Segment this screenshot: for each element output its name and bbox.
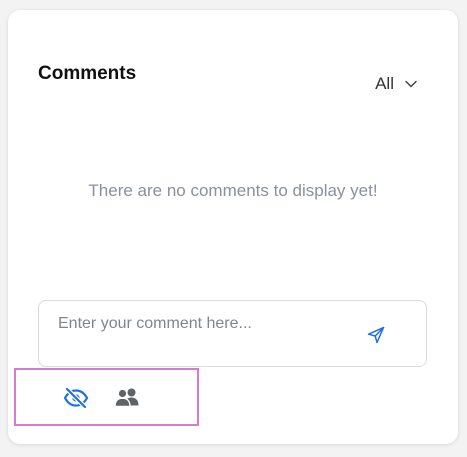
chevron-down-icon xyxy=(405,80,417,88)
comments-title: Comments xyxy=(38,63,137,84)
empty-state-message: There are no comments to display yet! xyxy=(88,181,378,200)
users-icon[interactable] xyxy=(113,387,141,409)
comments-card: Comments All There are no comments to di… xyxy=(8,10,458,444)
comment-input-box xyxy=(38,300,427,367)
send-icon[interactable] xyxy=(366,325,386,345)
filter-selected-value: All xyxy=(375,74,394,93)
comment-filter-dropdown[interactable]: All xyxy=(375,74,418,94)
comment-visibility-toolbar xyxy=(14,368,199,426)
eye-off-icon[interactable] xyxy=(63,387,89,409)
comment-input[interactable] xyxy=(58,315,348,333)
